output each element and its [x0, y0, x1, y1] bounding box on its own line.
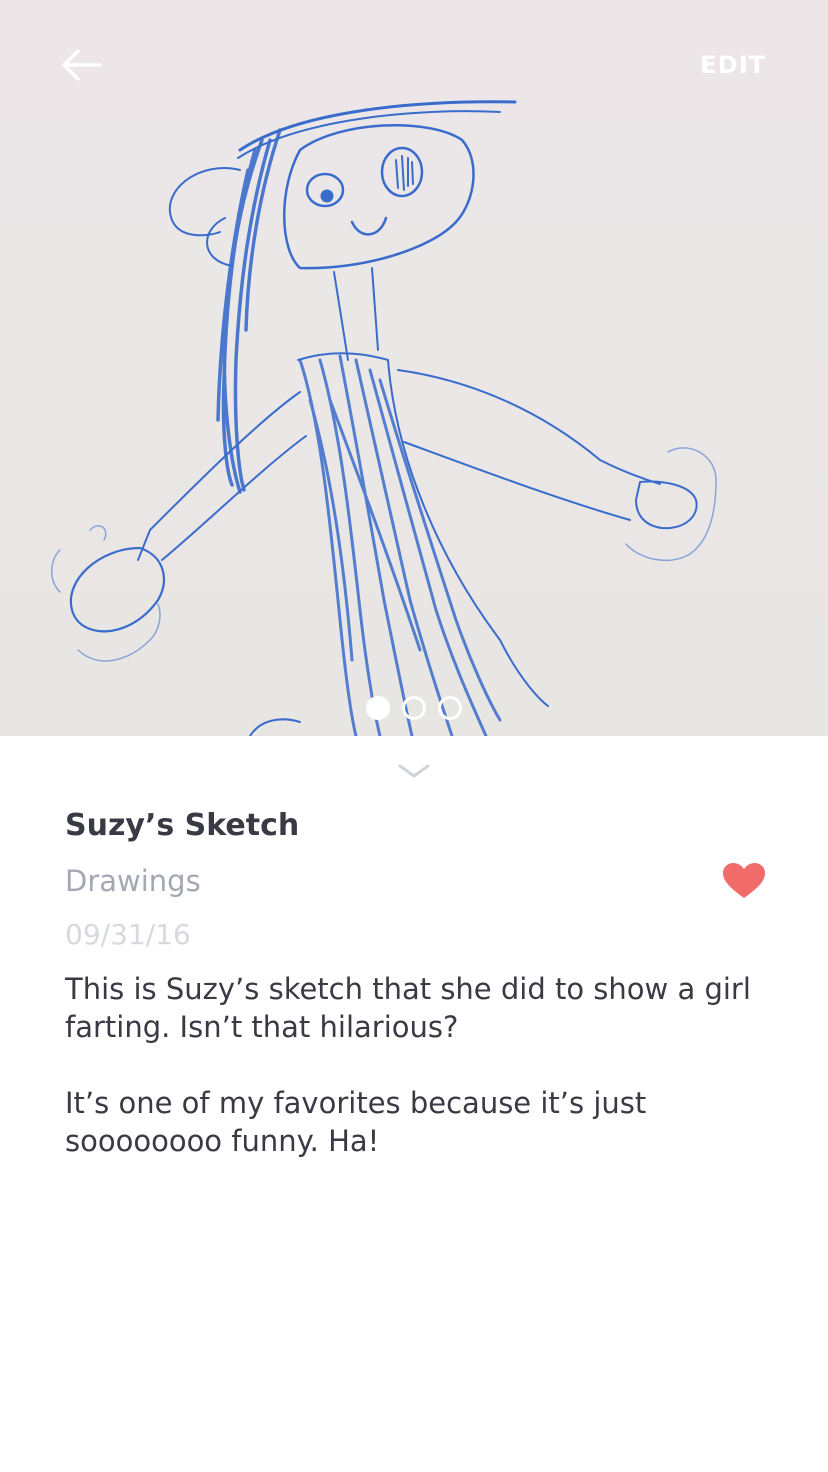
chevron-down-icon	[398, 764, 430, 778]
edit-button[interactable]: EDIT	[700, 51, 766, 79]
item-title: Suzy’s Sketch	[65, 808, 300, 843]
back-button[interactable]	[56, 44, 108, 86]
page-dot-1[interactable]	[366, 696, 390, 720]
description-paragraph: It’s one of my favorites because it’s ju…	[65, 1086, 647, 1158]
photo-hero[interactable]: EDIT	[0, 0, 828, 736]
favorite-button[interactable]	[722, 862, 766, 900]
description-paragraph: This is Suzy’s sketch that she did to sh…	[65, 972, 751, 1044]
crayon-drawing-image	[51, 100, 717, 736]
expand-toggle[interactable]	[396, 760, 432, 782]
item-description: This is Suzy’s sketch that she did to sh…	[65, 970, 775, 1198]
heart-icon	[723, 863, 765, 898]
page-dot-3[interactable]	[438, 696, 462, 720]
arrow-left-icon	[62, 49, 102, 81]
item-category[interactable]: Drawings	[65, 864, 201, 898]
page-dot-2[interactable]	[402, 696, 426, 720]
page-indicator	[366, 696, 462, 720]
item-date: 09/31/16	[65, 918, 191, 951]
